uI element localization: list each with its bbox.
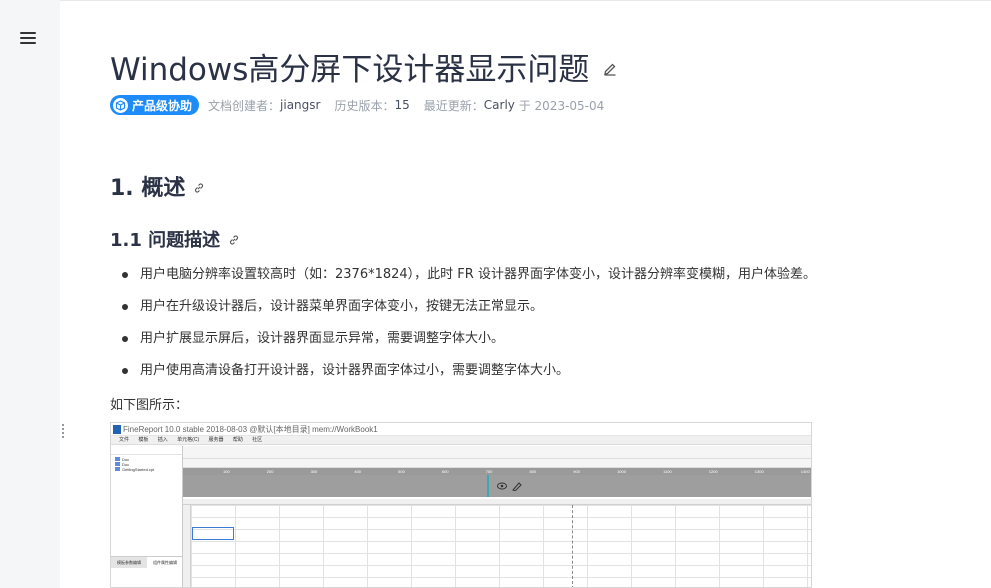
screenshot-format-toolbar (183, 459, 811, 468)
problem-list: 用户电脑分辨率设置较高时（如：2376*1824），此时 FR 设计器界面字体变… (122, 262, 816, 390)
creator-value: jiangsr (280, 98, 321, 112)
list-item: 用户在升级设计器后，设计器菜单界面字体变小，按键无法正常显示。 (122, 294, 816, 326)
tree-item-label: GettingStarted.cpt (122, 467, 155, 472)
eye-pencil-icon (497, 482, 522, 491)
screenshot-file-tree: Doc Doc GettingStarted.cpt (111, 455, 182, 472)
screenshot-marker (487, 475, 489, 497)
screenshot-workspace: 100 200 300 400 500 600 700 800 900 1000… (183, 446, 811, 587)
designer-screenshot: FineReport 10.0 stable 2018-08-03 @默认[本地… (110, 422, 812, 588)
screenshot-cell-grid (183, 505, 811, 587)
subsection-heading: 1.1 问题描述 (110, 226, 240, 252)
file-icon (115, 467, 120, 471)
list-item: 用户扩展显示屏后，设计器界面显示异常，需要调整字体大小。 (122, 326, 816, 358)
doc-meta: 产品级协助 文档创建者： jiangsr 历史版本： 15 最近更新： Carly 于… (110, 94, 604, 116)
left-sidebar (0, 0, 60, 588)
updated-by: Carly (483, 98, 515, 112)
screenshot-param-pane (183, 475, 811, 497)
screenshot-ruler: 100 200 300 400 500 600 700 800 900 1000… (183, 468, 811, 475)
history-value[interactable]: 15 (394, 98, 409, 112)
cube-icon (113, 97, 128, 113)
screenshot-toolbar (183, 446, 811, 459)
screenshot-left-toolbar (111, 446, 182, 455)
drag-handle[interactable] (62, 424, 64, 440)
section-heading: 1. 概述 (110, 170, 205, 202)
status-badge[interactable]: 产品级协助 (110, 95, 200, 115)
screenshot-panel-tabs: 模板参数编辑 组件属性编辑 (111, 556, 183, 568)
screenshot-page-break (572, 505, 573, 587)
creator-label: 文档创建者： (208, 98, 281, 113)
badge-label: 产品级协助 (132, 98, 193, 113)
list-item: 用户使用高清设备打开设计器，设计器界面字体过小，需要调整字体大小。 (122, 358, 816, 390)
tree-item: GettingStarted.cpt (115, 467, 182, 472)
history-label: 历史版本： (334, 98, 395, 113)
folder-icon (115, 462, 120, 466)
screenshot-tab: 模板参数编辑 (111, 557, 147, 568)
list-item: 用户电脑分辨率设置较高时（如：2376*1824），此时 FR 设计器界面字体变… (122, 262, 816, 294)
screenshot-titlebar: FineReport 10.0 stable 2018-08-03 @默认[本地… (111, 423, 811, 436)
link-icon[interactable] (228, 234, 240, 246)
subsection-heading-text: 1.1 问题描述 (110, 230, 221, 251)
screenshot-left-panel: Doc Doc GettingStarted.cpt 模板参数编辑 组件属性编辑 (111, 446, 183, 587)
edit-pencil-icon[interactable] (603, 62, 617, 76)
top-divider (60, 0, 991, 1)
page-title-text: Windows高分屏下设计器显示问题 (110, 52, 590, 88)
updated-label: 最近更新： (423, 98, 484, 113)
link-icon[interactable] (193, 182, 205, 194)
section-heading-text: 1. 概述 (110, 176, 186, 201)
screenshot-row-header (183, 505, 191, 587)
updated-on: 于 2023-05-04 (518, 98, 605, 113)
hamburger-menu-icon[interactable] (20, 32, 36, 46)
finereport-logo-icon (113, 425, 121, 434)
screenshot-tab: 组件属性编辑 (153, 560, 177, 565)
screenshot-menubar: 文件 模板 插入 单元格(C) 服务器 帮助 社区 (111, 436, 811, 445)
folder-icon (115, 457, 120, 461)
page-title: Windows高分屏下设计器显示问题 (110, 44, 617, 89)
screenshot-window-title: FineReport 10.0 stable 2018-08-03 @默认[本地… (123, 425, 378, 434)
screenshot-selected-cell (192, 527, 234, 540)
paragraph-text: 如下图所示： (110, 398, 189, 413)
